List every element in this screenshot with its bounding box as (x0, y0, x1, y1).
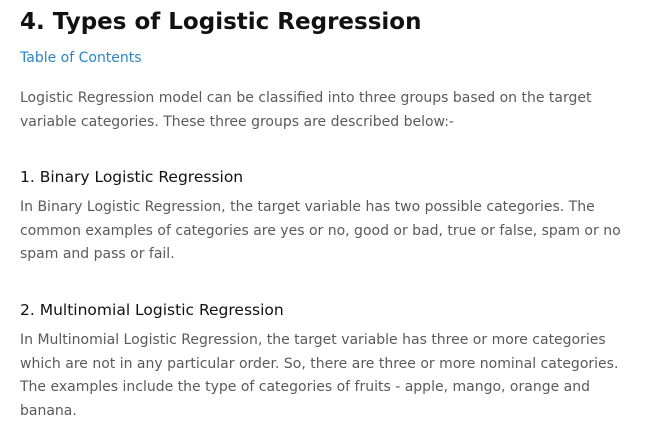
subsection-body-binary: In Binary Logistic Regression, the targe… (20, 199, 621, 262)
section-title: 4. Types of Logistic Regression (20, 9, 422, 35)
intro-paragraph: Logistic Regression model can be classif… (20, 90, 592, 130)
subsection-heading-multinomial: 2. Multinomial Logistic Regression (20, 301, 284, 319)
subsection-heading-binary: 1. Binary Logistic Regression (20, 168, 244, 186)
subsection-body-multinomial: In Multinomial Logistic Regression, the … (20, 332, 619, 419)
table-of-contents-link[interactable]: Table of Contents (20, 47, 142, 69)
